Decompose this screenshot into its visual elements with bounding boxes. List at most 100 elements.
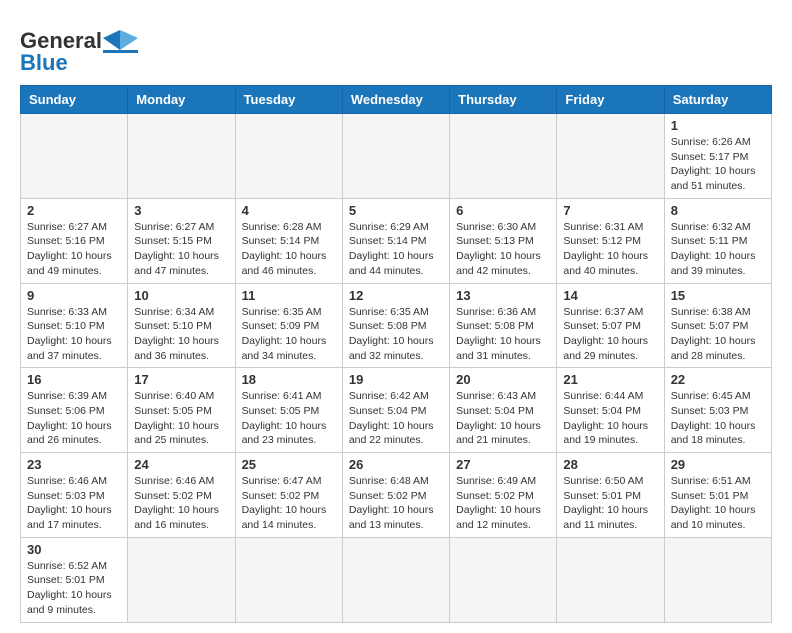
cell-info: Sunrise: 6:45 AMSunset: 5:03 PMDaylight:… [671, 389, 765, 448]
cell-info: Sunrise: 6:43 AMSunset: 5:04 PMDaylight:… [456, 389, 550, 448]
cell-info: Sunrise: 6:33 AMSunset: 5:10 PMDaylight:… [27, 305, 121, 364]
cell-info: Sunrise: 6:41 AMSunset: 5:05 PMDaylight:… [242, 389, 336, 448]
calendar-cell: 6 Sunrise: 6:30 AMSunset: 5:13 PMDaylight… [450, 198, 557, 283]
day-number: 3 [134, 203, 228, 218]
calendar-cell: 2Sunrise: 6:27 AMSunset: 5:16 PMDaylight… [21, 198, 128, 283]
calendar-cell: 19 Sunrise: 6:42 AMSunset: 5:04 PMDayligh… [342, 368, 449, 453]
calendar-cell: 29Sunrise: 6:51 AMSunset: 5:01 PMDayligh… [664, 453, 771, 538]
cell-info: Sunrise: 6:39 AMSunset: 5:06 PMDaylight:… [27, 389, 121, 448]
day-number: 22 [671, 372, 765, 387]
cell-info: Sunrise: 6:46 AMSunset: 5:03 PMDaylight:… [27, 474, 121, 533]
day-number: 6 [456, 203, 550, 218]
calendar-cell: 17 Sunrise: 6:40 AMSunset: 5:05 PMDayligh… [128, 368, 235, 453]
calendar-cell: 24 Sunrise: 6:46 AMSunset: 5:02 PMDayligh… [128, 453, 235, 538]
day-header-wednesday: Wednesday [342, 86, 449, 114]
day-number: 30 [27, 542, 121, 557]
calendar-cell [342, 114, 449, 199]
cell-info: Sunrise: 6:47 AMSunset: 5:02 PMDaylight:… [242, 474, 336, 533]
calendar-cell: 10Sunrise: 6:34 AMSunset: 5:10 PMDayligh… [128, 283, 235, 368]
calendar-cell [342, 537, 449, 622]
calendar-cell: 12Sunrise: 6:35 AMSunset: 5:08 PMDayligh… [342, 283, 449, 368]
calendar-cell: 30 Sunrise: 6:52 AMSunset: 5:01 PMDayligh… [21, 537, 128, 622]
calendar-cell: 21Sunrise: 6:44 AMSunset: 5:04 PMDayligh… [557, 368, 664, 453]
page: General Blue SundayMondayTuesdayWednesda… [0, 0, 792, 633]
header: General Blue [20, 20, 772, 75]
day-number: 9 [27, 288, 121, 303]
day-number: 19 [349, 372, 443, 387]
calendar-cell: 20 Sunrise: 6:43 AMSunset: 5:04 PMDayligh… [450, 368, 557, 453]
calendar-cell: 14 Sunrise: 6:37 AMSunset: 5:07 PMDayligh… [557, 283, 664, 368]
calendar-week-5: 30 Sunrise: 6:52 AMSunset: 5:01 PMDayligh… [21, 537, 772, 622]
day-number: 14 [563, 288, 657, 303]
cell-info: Sunrise: 6:36 AMSunset: 5:08 PMDaylight:… [456, 305, 550, 364]
calendar-cell [450, 114, 557, 199]
cell-info: Sunrise: 6:49 AMSunset: 5:02 PMDaylight:… [456, 474, 550, 533]
cell-info: Sunrise: 6:46 AMSunset: 5:02 PMDaylight:… [134, 474, 228, 533]
calendar-cell: 22 Sunrise: 6:45 AMSunset: 5:03 PMDayligh… [664, 368, 771, 453]
calendar-cell: 4Sunrise: 6:28 AMSunset: 5:14 PMDaylight… [235, 198, 342, 283]
day-number: 28 [563, 457, 657, 472]
cell-info: Sunrise: 6:42 AMSunset: 5:04 PMDaylight:… [349, 389, 443, 448]
calendar-cell [557, 537, 664, 622]
day-number: 11 [242, 288, 336, 303]
svg-text:Blue: Blue [20, 50, 68, 75]
day-header-tuesday: Tuesday [235, 86, 342, 114]
cell-info: Sunrise: 6:27 AMSunset: 5:16 PMDaylight:… [27, 220, 121, 279]
cell-info: Sunrise: 6:30 AMSunset: 5:13 PMDaylight:… [456, 220, 550, 279]
day-number: 29 [671, 457, 765, 472]
calendar-cell: 9 Sunrise: 6:33 AMSunset: 5:10 PMDaylight… [21, 283, 128, 368]
day-number: 21 [563, 372, 657, 387]
calendar-cell [235, 537, 342, 622]
day-header-friday: Friday [557, 86, 664, 114]
day-number: 27 [456, 457, 550, 472]
day-number: 1 [671, 118, 765, 133]
calendar-cell: 5 Sunrise: 6:29 AMSunset: 5:14 PMDaylight… [342, 198, 449, 283]
calendar-week-0: 1 Sunrise: 6:26 AMSunset: 5:17 PMDaylight… [21, 114, 772, 199]
logo-svg: General Blue [20, 20, 150, 75]
day-number: 15 [671, 288, 765, 303]
calendar-week-3: 16 Sunrise: 6:39 AMSunset: 5:06 PMDayligh… [21, 368, 772, 453]
day-number: 26 [349, 457, 443, 472]
calendar-cell: 23 Sunrise: 6:46 AMSunset: 5:03 PMDayligh… [21, 453, 128, 538]
day-number: 23 [27, 457, 121, 472]
calendar-cell: 18Sunrise: 6:41 AMSunset: 5:05 PMDayligh… [235, 368, 342, 453]
calendar-table: SundayMondayTuesdayWednesdayThursdayFrid… [20, 85, 772, 623]
day-number: 25 [242, 457, 336, 472]
cell-info: Sunrise: 6:40 AMSunset: 5:05 PMDaylight:… [134, 389, 228, 448]
day-number: 8 [671, 203, 765, 218]
day-header-saturday: Saturday [664, 86, 771, 114]
calendar-cell: 16 Sunrise: 6:39 AMSunset: 5:06 PMDayligh… [21, 368, 128, 453]
day-header-sunday: Sunday [21, 86, 128, 114]
calendar-cell: 25 Sunrise: 6:47 AMSunset: 5:02 PMDayligh… [235, 453, 342, 538]
calendar-cell: 11 Sunrise: 6:35 AMSunset: 5:09 PMDayligh… [235, 283, 342, 368]
day-number: 24 [134, 457, 228, 472]
day-number: 4 [242, 203, 336, 218]
calendar-cell [128, 537, 235, 622]
day-number: 12 [349, 288, 443, 303]
calendar-cell: 13Sunrise: 6:36 AMSunset: 5:08 PMDayligh… [450, 283, 557, 368]
calendar-header-row: SundayMondayTuesdayWednesdayThursdayFrid… [21, 86, 772, 114]
cell-info: Sunrise: 6:29 AMSunset: 5:14 PMDaylight:… [349, 220, 443, 279]
calendar-week-2: 9 Sunrise: 6:33 AMSunset: 5:10 PMDaylight… [21, 283, 772, 368]
calendar-cell: 8 Sunrise: 6:32 AMSunset: 5:11 PMDaylight… [664, 198, 771, 283]
calendar-cell [557, 114, 664, 199]
cell-info: Sunrise: 6:37 AMSunset: 5:07 PMDaylight:… [563, 305, 657, 364]
calendar-cell: 3Sunrise: 6:27 AMSunset: 5:15 PMDaylight… [128, 198, 235, 283]
calendar-week-4: 23 Sunrise: 6:46 AMSunset: 5:03 PMDayligh… [21, 453, 772, 538]
day-number: 10 [134, 288, 228, 303]
calendar-cell [128, 114, 235, 199]
cell-info: Sunrise: 6:32 AMSunset: 5:11 PMDaylight:… [671, 220, 765, 279]
calendar-cell [664, 537, 771, 622]
calendar-cell: 26 Sunrise: 6:48 AMSunset: 5:02 PMDayligh… [342, 453, 449, 538]
calendar-week-1: 2Sunrise: 6:27 AMSunset: 5:16 PMDaylight… [21, 198, 772, 283]
cell-info: Sunrise: 6:52 AMSunset: 5:01 PMDaylight:… [27, 559, 121, 618]
day-number: 16 [27, 372, 121, 387]
day-number: 17 [134, 372, 228, 387]
day-number: 5 [349, 203, 443, 218]
cell-info: Sunrise: 6:26 AMSunset: 5:17 PMDaylight:… [671, 135, 765, 194]
day-number: 20 [456, 372, 550, 387]
cell-info: Sunrise: 6:48 AMSunset: 5:02 PMDaylight:… [349, 474, 443, 533]
cell-info: Sunrise: 6:35 AMSunset: 5:09 PMDaylight:… [242, 305, 336, 364]
calendar-cell: 27 Sunrise: 6:49 AMSunset: 5:02 PMDayligh… [450, 453, 557, 538]
day-header-monday: Monday [128, 86, 235, 114]
